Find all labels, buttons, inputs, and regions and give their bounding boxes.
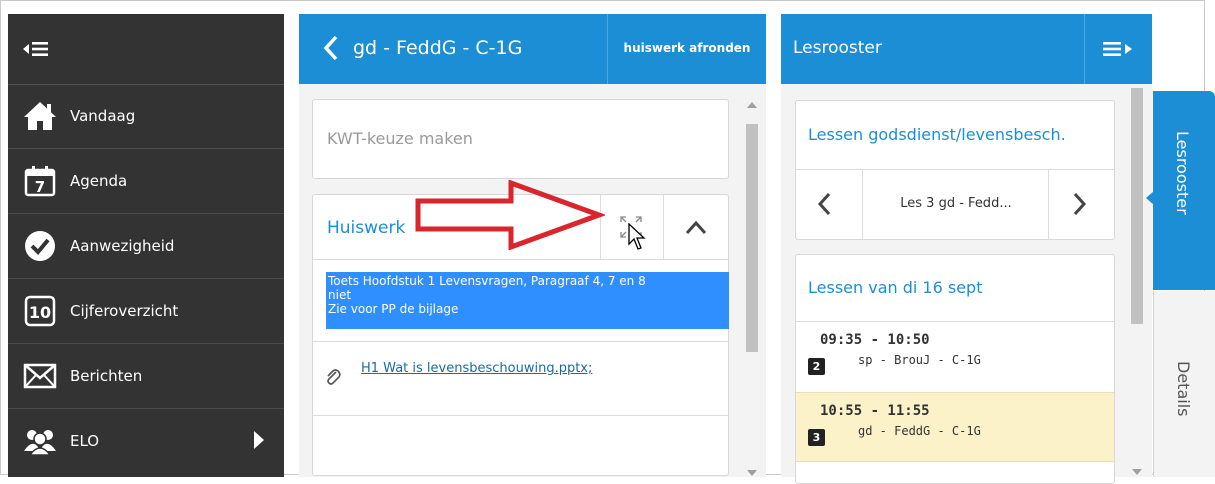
day-lessons-title: Lessen van di 16 sept bbox=[808, 278, 983, 297]
expand-arrow-icon bbox=[254, 431, 264, 449]
sidebar-item-elo[interactable]: ELO bbox=[8, 409, 284, 474]
subject-lessons-card: Lessen godsdienst/levensbesch. Les 3 gd … bbox=[795, 100, 1115, 240]
envelope-icon bbox=[22, 358, 58, 394]
day-lessons-card: Lessen van di 16 sept 09:35 - 10:50 2 sp… bbox=[795, 254, 1115, 484]
sidebar-item-label: ELO bbox=[70, 432, 100, 450]
lesson-name: sp - BrouJ - C-1G bbox=[858, 353, 981, 367]
tab-label: Lesrooster bbox=[1173, 131, 1192, 215]
finish-homework-button[interactable]: huiswerk afronden bbox=[608, 14, 766, 82]
subject-lessons-title[interactable]: Lessen godsdienst/levensbesch. bbox=[808, 101, 1108, 169]
sidebar-header bbox=[8, 14, 284, 85]
scroll-down-icon[interactable] bbox=[747, 470, 757, 476]
next-chevron-icon[interactable] bbox=[1068, 187, 1090, 221]
scrollbar-thumb[interactable] bbox=[1131, 88, 1143, 324]
collapse-chevron-icon[interactable] bbox=[683, 215, 709, 239]
lesson-time: 09:35 - 10:50 bbox=[820, 332, 930, 348]
lesson-number-badge: 2 bbox=[808, 358, 825, 375]
scrollbar[interactable] bbox=[743, 98, 761, 478]
sidebar-item-vandaag[interactable]: Vandaag bbox=[8, 84, 284, 149]
sidebar-item-label: Cijferoverzicht bbox=[70, 302, 179, 320]
home-icon bbox=[22, 98, 58, 134]
header-divider bbox=[663, 195, 664, 259]
lesson-number-badge: 3 bbox=[808, 429, 825, 446]
attachment-link[interactable]: H1 Wat is levensbeschouwing.pptx; bbox=[361, 361, 592, 376]
sidebar-item-cijferoverzicht[interactable]: 10 Cijferoverzicht bbox=[8, 279, 284, 344]
sidebar: Vandaag 7 Agenda Aanwezigheid 10 Cijfero… bbox=[8, 14, 284, 477]
annotation-arrow-icon bbox=[415, 179, 607, 251]
back-chevron-icon[interactable] bbox=[321, 33, 341, 63]
scroll-down-icon[interactable] bbox=[1132, 469, 1142, 475]
homework-line: Zie voor PP de bijlage bbox=[328, 302, 459, 316]
sidebar-item-label: Agenda bbox=[70, 172, 128, 190]
lesson-row-selected[interactable]: 10:55 - 11:55 3 gd - FeddG - C-1G bbox=[796, 392, 1114, 462]
sidebar-item-label: Vandaag bbox=[70, 107, 136, 125]
grades-icon: 10 bbox=[22, 293, 58, 329]
current-lesson-label: Les 3 gd - Fedd... bbox=[900, 196, 1012, 211]
collapse-menu-icon[interactable] bbox=[22, 38, 50, 60]
homework-text-selected[interactable]: Toets Hoofdstuk 1 Levensvragen, Paragraa… bbox=[326, 272, 729, 329]
homework-title: Huiswerk bbox=[327, 218, 406, 238]
scrollbar-thumb[interactable] bbox=[746, 124, 758, 352]
schedule-title: Lesrooster bbox=[793, 38, 882, 58]
lesson-name: gd - FeddG - C-1G bbox=[858, 424, 981, 438]
sidebar-item-label: Berichten bbox=[70, 367, 143, 385]
svg-text:10: 10 bbox=[29, 303, 51, 322]
divider bbox=[1048, 170, 1049, 239]
homework-line: Toets Hoofdstuk 1 Levensvragen, Paragraa… bbox=[328, 274, 646, 288]
lesson-row[interactable]: 09:35 - 10:50 2 sp - BrouJ - C-1G bbox=[796, 322, 1114, 392]
menu-icon[interactable] bbox=[1101, 38, 1135, 60]
checkmark-icon bbox=[22, 228, 58, 264]
scrollbar[interactable] bbox=[1126, 84, 1148, 477]
lesson-panel-header: gd - FeddG - C-1G huiswerk afronden bbox=[299, 14, 766, 84]
tab-label: Details bbox=[1174, 361, 1193, 417]
tab-lesrooster[interactable]: Lesrooster bbox=[1153, 91, 1215, 290]
kwt-choice-label: KWT-keuze maken bbox=[327, 129, 473, 148]
divider bbox=[313, 341, 728, 342]
sidebar-item-agenda[interactable]: 7 Agenda bbox=[8, 149, 284, 214]
calendar-icon: 7 bbox=[22, 163, 58, 199]
schedule-header: Lesrooster bbox=[781, 14, 1152, 84]
svg-text:7: 7 bbox=[35, 178, 45, 196]
tab-details[interactable]: Details bbox=[1153, 291, 1215, 477]
users-icon bbox=[22, 423, 58, 459]
divider bbox=[313, 415, 728, 416]
schedule-panel: Lesrooster Lessen godsdienst/levensbesch… bbox=[781, 14, 1152, 484]
sidebar-item-label: Aanwezigheid bbox=[70, 237, 175, 255]
previous-chevron-icon[interactable] bbox=[814, 187, 836, 221]
sidebar-item-berichten[interactable]: Berichten bbox=[8, 344, 284, 409]
mouse-cursor-icon bbox=[628, 222, 648, 251]
homework-line: niet bbox=[328, 288, 352, 302]
lesson-title: gd - FeddG - C-1G bbox=[353, 37, 523, 59]
header-divider bbox=[1084, 14, 1085, 84]
lesson-time: 10:55 - 11:55 bbox=[820, 403, 930, 419]
paperclip-icon bbox=[325, 368, 341, 386]
kwt-choice-card[interactable]: KWT-keuze maken bbox=[312, 99, 729, 179]
sidebar-item-aanwezigheid[interactable]: Aanwezigheid bbox=[8, 214, 284, 279]
scroll-up-icon[interactable] bbox=[747, 102, 757, 108]
